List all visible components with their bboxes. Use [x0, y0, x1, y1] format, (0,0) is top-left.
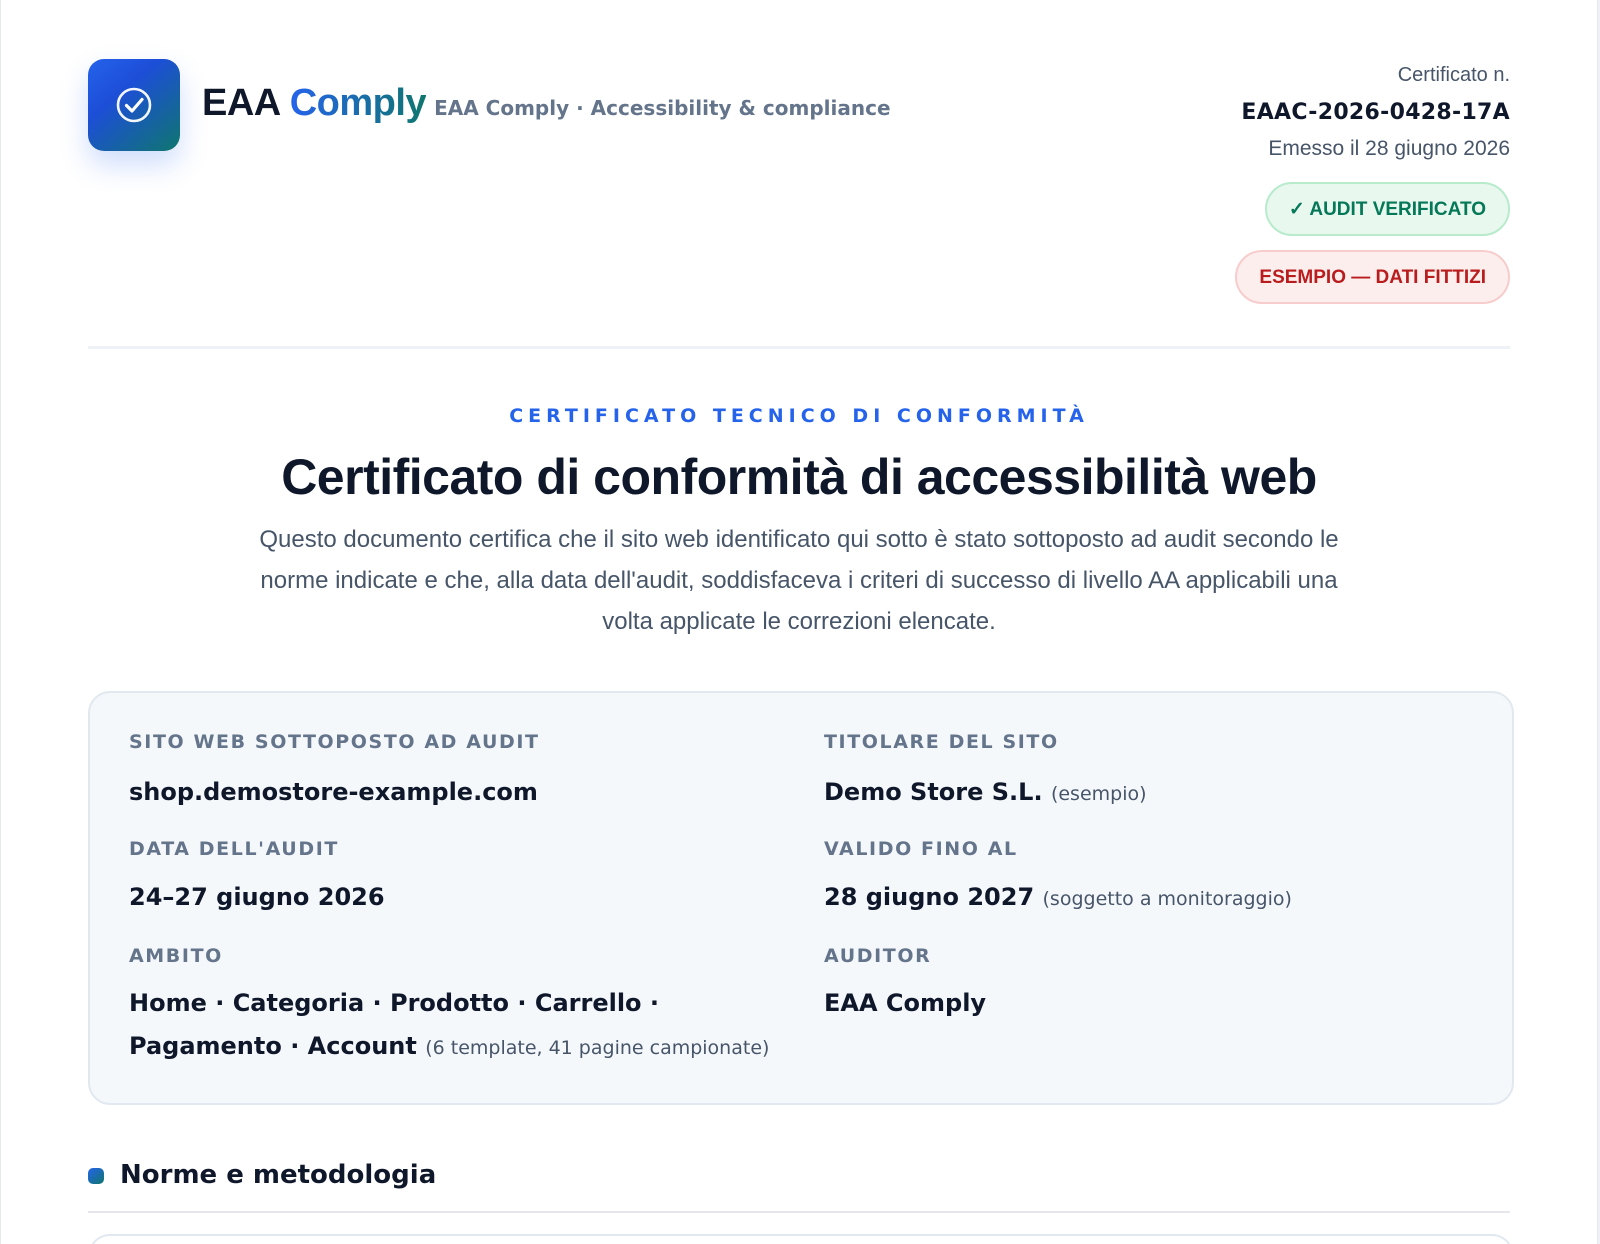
- verified-badge: ✓ AUDIT VERIFICATO: [1264, 182, 1510, 236]
- brand-tagline: EAA Comply · Accessibility & compliance: [434, 96, 891, 120]
- valid-until-field: VALIDO FINO AL 28 giugno 2027 (soggetto …: [824, 838, 1484, 921]
- check-circle-icon: [116, 87, 152, 123]
- owner-value: Demo Store S.L.: [824, 778, 1043, 806]
- certificate-header: EAA Comply EAA Comply · Accessibility & …: [88, 58, 1510, 308]
- brand-name-primary: EAA: [202, 82, 281, 124]
- brand-logo: [88, 59, 180, 151]
- issue-date: Emesso il 28 giugno 2026: [1268, 137, 1510, 160]
- owner-value-line: Demo Store S.L. (esempio): [824, 771, 1484, 816]
- certificate-hero: CERTIFICATO TECNICO DI CONFORMITÀ Certif…: [88, 405, 1510, 642]
- audit-date-field: DATA DELL'AUDIT 24–27 giugno 2026: [129, 838, 789, 919]
- certificate-number: EAAC-2026-0428-17A: [1241, 100, 1510, 125]
- brand-name-secondary: Comply: [289, 82, 427, 124]
- valid-until-label: VALIDO FINO AL: [824, 838, 1018, 860]
- certificate-title: Certificato di conformità di accessibili…: [281, 449, 1317, 505]
- auditor-value: EAA Comply: [824, 989, 987, 1017]
- website-field: SITO WEB SOTTOPOSTO AD AUDIT shop.demost…: [129, 731, 789, 814]
- owner-label: TITOLARE DEL SITO: [824, 731, 1059, 753]
- certificate-meta: Certificato n. EAAC-2026-0428-17A Emesso…: [1235, 58, 1510, 304]
- brand-lockup: EAA Comply EAA Comply · Accessibility & …: [202, 82, 891, 125]
- scope-note: (6 template, 41 pagine campionate): [425, 1037, 770, 1059]
- standards-card: [88, 1234, 1514, 1244]
- scope-value-line: Home · Categoria · Prodotto · Carrello ·…: [129, 982, 789, 1070]
- certificate-page: EAA Comply EAA Comply · Accessibility & …: [0, 0, 1598, 1244]
- owner-note: (esempio): [1050, 783, 1147, 805]
- example-data-badge: ESEMPIO — DATI FITTIZI: [1235, 250, 1510, 304]
- website-label: SITO WEB SOTTOPOSTO AD AUDIT: [129, 731, 540, 753]
- valid-until-note: (soggetto a monitoraggio): [1042, 888, 1292, 910]
- auditor-field: AUDITOR EAA Comply: [824, 945, 1484, 1025]
- valid-until-value: 28 giugno 2027: [824, 883, 1035, 911]
- valid-until-value-line: 28 giugno 2027 (soggetto a monitoraggio): [824, 876, 1484, 921]
- header-divider: [88, 346, 1510, 349]
- certificate-number-label: Certificato n.: [1397, 64, 1510, 86]
- certificate-eyebrow: CERTIFICATO TECNICO DI CONFORMITÀ: [509, 405, 1089, 427]
- standards-section-title: Norme e metodologia: [120, 1160, 437, 1190]
- audit-details-card: SITO WEB SOTTOPOSTO AD AUDIT shop.demost…: [88, 691, 1514, 1105]
- auditor-label: AUDITOR: [824, 945, 932, 967]
- audit-date-label: DATA DELL'AUDIT: [129, 838, 339, 860]
- website-value: shop.demostore-example.com: [129, 778, 538, 806]
- owner-field: TITOLARE DEL SITO Demo Store S.L. (esemp…: [824, 731, 1484, 816]
- section-divider: [88, 1211, 1510, 1213]
- certificate-description: Questo documento certifica che il sito w…: [259, 526, 1339, 635]
- audit-date-value: 24–27 giugno 2026: [129, 883, 385, 911]
- scope-field: AMBITO Home · Categoria · Prodotto · Car…: [129, 945, 789, 1070]
- standards-section-header: Norme e metodologia: [88, 1160, 436, 1190]
- scope-label: AMBITO: [129, 945, 223, 967]
- section-bullet-icon: [88, 1168, 104, 1184]
